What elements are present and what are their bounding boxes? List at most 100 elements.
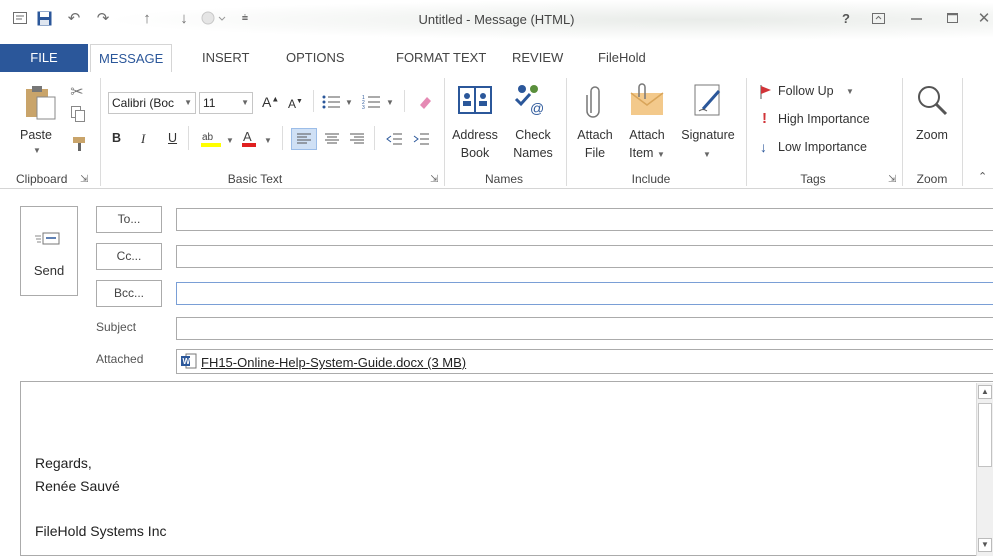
tab-message[interactable]: MESSAGE	[90, 44, 172, 73]
high-importance-button[interactable]: ! High Importance	[760, 110, 900, 130]
copy-icon[interactable]	[68, 104, 88, 124]
tags-group-label: Tags	[800, 172, 826, 186]
help-icon[interactable]: ?	[836, 8, 856, 28]
underline-button[interactable]: U	[168, 131, 177, 145]
paperclip-icon[interactable]	[580, 82, 608, 122]
chevron-down-icon[interactable]: ▼	[226, 136, 234, 145]
attach-item-icon[interactable]	[626, 80, 666, 120]
bcc-button[interactable]: Bcc...	[96, 280, 162, 307]
subject-field[interactable]	[176, 317, 993, 340]
svg-text:@: @	[530, 100, 544, 116]
attach-item-label-2[interactable]: Item ▼	[622, 146, 672, 162]
minimize-icon[interactable]	[906, 8, 926, 28]
follow-up-button[interactable]: Follow Up ▼	[760, 84, 900, 102]
divider	[404, 90, 405, 112]
cc-button[interactable]: Cc...	[96, 243, 162, 270]
divider	[902, 78, 903, 186]
font-name-value: Calibri (Boc	[112, 96, 175, 110]
ribbon-display-icon[interactable]	[868, 8, 888, 28]
collapse-ribbon-icon[interactable]: ⌃	[978, 170, 987, 183]
align-right-icon[interactable]	[346, 128, 368, 150]
zoom-icon[interactable]	[912, 80, 952, 120]
send-label: Send	[33, 263, 65, 278]
check-names-icon[interactable]: @	[510, 80, 550, 120]
bullets-icon[interactable]	[320, 92, 342, 112]
chevron-down-icon[interactable]: ▼	[345, 98, 353, 107]
address-book-icon[interactable]	[455, 80, 495, 120]
font-size-combo[interactable]: 11 ▼	[199, 92, 253, 114]
attach-item-label-1[interactable]: Attach	[622, 128, 672, 143]
close-icon[interactable]: ✕	[975, 8, 993, 28]
names-group-label: Names	[484, 172, 523, 186]
address-book-label-2[interactable]: Book	[450, 146, 500, 161]
grow-font-icon[interactable]: A▲	[262, 94, 279, 110]
signature-label[interactable]: Signature	[675, 128, 741, 143]
bcc-field[interactable]	[176, 282, 993, 305]
chevron-down-icon: ▼	[241, 98, 249, 107]
numbering-icon[interactable]: 123	[360, 92, 382, 112]
svg-text:W: W	[183, 357, 191, 366]
send-icon	[35, 232, 60, 245]
chevron-down-icon[interactable]: ▼	[264, 136, 272, 145]
zoom-label[interactable]: Zoom	[908, 128, 956, 143]
chevron-down-icon[interactable]: ▼	[703, 150, 711, 159]
address-book-label-1[interactable]: Address	[450, 128, 500, 143]
check-names-label-2[interactable]: Names	[508, 146, 558, 161]
increase-indent-icon[interactable]	[410, 128, 432, 150]
divider	[313, 90, 314, 112]
format-painter-icon[interactable]	[68, 134, 92, 154]
divider	[962, 78, 963, 186]
decrease-indent-icon[interactable]	[383, 128, 405, 150]
tab-options[interactable]: OPTIONS	[278, 44, 353, 72]
send-button[interactable]: Send	[20, 206, 78, 296]
attachment-link[interactable]: FH15-Online-Help-System-Guide.docx (3 MB…	[201, 355, 466, 370]
maximize-icon[interactable]	[942, 8, 962, 28]
clipboard-launcher-icon[interactable]: ⇲	[80, 174, 88, 185]
scroll-up-icon[interactable]: ▲	[978, 385, 992, 399]
attach-file-label-1[interactable]: Attach	[572, 128, 618, 143]
font-color-icon[interactable]: A	[238, 128, 260, 150]
low-importance-button[interactable]: ↓ Low Importance	[760, 139, 900, 158]
attach-file-label-2[interactable]: File	[572, 146, 618, 161]
tab-insert[interactable]: INSERT	[194, 44, 257, 72]
cc-field[interactable]	[176, 245, 993, 268]
divider	[188, 126, 189, 150]
align-left-icon[interactable]	[291, 128, 317, 150]
shrink-font-icon[interactable]: A▼	[288, 97, 303, 111]
highlight-icon[interactable]: ab	[198, 128, 224, 150]
font-name-combo[interactable]: Calibri (Boc ▼	[108, 92, 196, 114]
signature-icon[interactable]	[688, 80, 728, 120]
body-scrollbar[interactable]: ▲ ▼	[976, 383, 993, 556]
tags-launcher-icon[interactable]: ⇲	[888, 174, 896, 185]
tab-file[interactable]: FILE	[0, 44, 88, 72]
divider	[746, 78, 747, 186]
basic-text-launcher-icon[interactable]: ⇲	[430, 174, 438, 185]
paste-icon[interactable]	[20, 82, 60, 122]
cut-icon[interactable]: ✂	[66, 82, 88, 102]
to-field[interactable]	[176, 208, 993, 231]
bold-button[interactable]: B	[112, 131, 121, 145]
check-names-label-1[interactable]: Check	[508, 128, 558, 143]
italic-button[interactable]: I	[141, 131, 145, 147]
align-center-icon[interactable]	[321, 128, 343, 150]
scroll-thumb[interactable]	[978, 403, 992, 467]
word-document-icon: W	[181, 353, 197, 372]
chevron-down-icon[interactable]: ▼	[386, 98, 394, 107]
basic-text-group-label: Basic Text	[227, 172, 283, 186]
tab-format-text[interactable]: FORMAT TEXT	[388, 44, 494, 72]
paste-dropdown-icon[interactable]: ▼	[33, 146, 41, 155]
divider	[100, 78, 101, 186]
subject-label: Subject	[96, 320, 137, 334]
to-button[interactable]: To...	[96, 206, 162, 233]
tab-filehold[interactable]: FileHold	[590, 44, 654, 72]
scroll-down-icon[interactable]: ▼	[978, 538, 992, 552]
body-line-regards: Regards,	[35, 455, 92, 471]
paste-button[interactable]: Paste	[16, 128, 56, 143]
font-size-value: 11	[203, 96, 216, 110]
body-line-company: FileHold Systems Inc	[35, 523, 167, 539]
divider	[566, 78, 567, 186]
tab-review[interactable]: REVIEW	[504, 44, 571, 72]
include-group-label: Include	[631, 172, 671, 186]
body-line-clipped	[35, 548, 335, 556]
clear-formatting-icon[interactable]	[414, 92, 436, 112]
